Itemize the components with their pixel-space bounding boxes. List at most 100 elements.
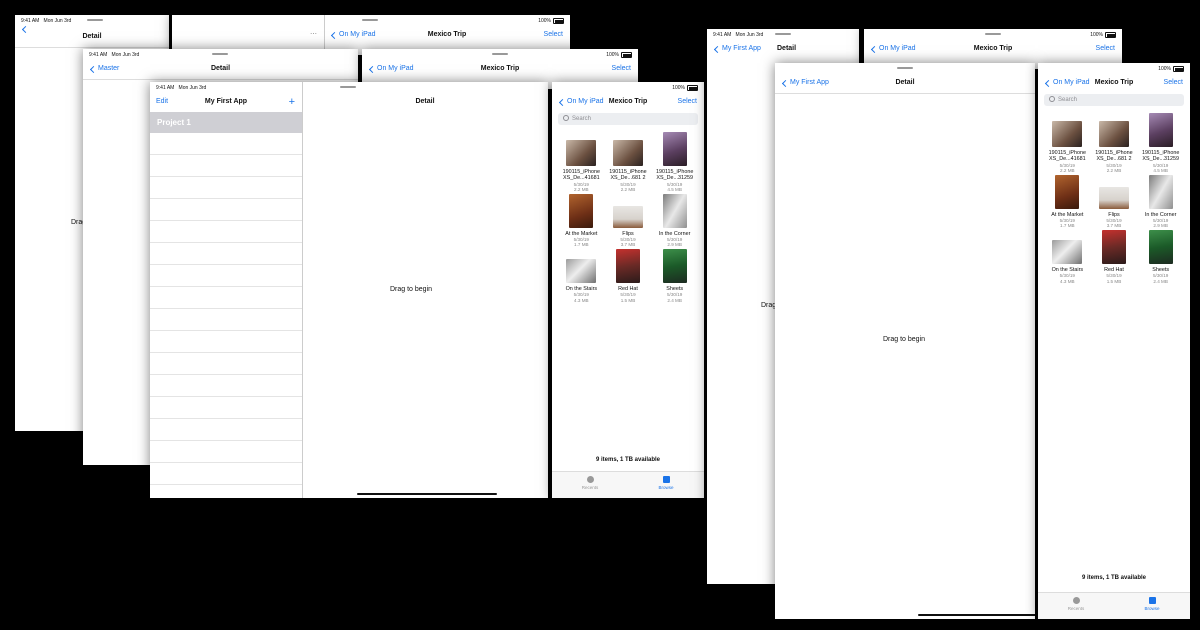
nav-title: Detail (777, 45, 797, 52)
file-thumbnail (566, 255, 597, 283)
select-button[interactable]: Select (1164, 73, 1183, 93)
file-item[interactable]: Red Hat 5/30/19 1.5 MB (605, 248, 652, 303)
file-item[interactable]: Flips 5/30/19 3.7 MB (605, 200, 652, 248)
battery-icon (621, 52, 632, 58)
file-thumbnail (660, 248, 690, 283)
search-input[interactable]: Search (558, 113, 698, 125)
status-bar: 9:41 AM Mon Jun 3rd (15, 15, 169, 27)
folder-icon (662, 476, 670, 483)
file-thumbnail (1098, 181, 1129, 209)
file-thumbnail (612, 200, 643, 228)
file-item[interactable]: At the Market 5/30/19 1.7 MB (1044, 174, 1091, 229)
nav-bar: My First App Detail (775, 73, 1035, 93)
clock-icon (1072, 597, 1080, 604)
file-thumbnail (1052, 236, 1083, 264)
file-item[interactable]: Sheets 5/30/19 2.4 MB (651, 248, 698, 303)
battery-icon (1105, 32, 1116, 38)
clock-icon (586, 476, 594, 483)
tab-bar: Recents Browse (552, 471, 704, 498)
files-nav-bar: On My iPad Mexico Trip Select (864, 39, 1122, 59)
tab-browse[interactable]: Browse (646, 476, 686, 490)
nav-title: Detail (895, 79, 915, 86)
home-indicator[interactable] (918, 613, 1035, 616)
file-item[interactable]: On the Stairs 5/30/19 4.3 MB (558, 255, 605, 303)
search-input[interactable]: Search (1044, 94, 1184, 106)
files-window-front-right: 100% On My iPad Mexico Trip Select Searc… (1038, 63, 1190, 619)
file-thumbnail (1099, 229, 1129, 264)
file-item[interactable]: In the Corner 5/30/19 2.9 MB (1137, 174, 1184, 229)
app-split-window: 9:41 AM Mon Jun 3rd Edit My First App + … (150, 82, 548, 498)
file-item[interactable]: 190115_iPhone XS_De...681 2 5/30/19 2.2 MB (1091, 119, 1138, 174)
plus-icon: + (288, 96, 295, 108)
drag-hint: Drag (761, 302, 777, 309)
drag-hint: Drag to begin (390, 286, 433, 293)
file-item[interactable]: 190115_iPhone XS_De...41681 5/30/19 2.2 MB (558, 138, 605, 193)
tab-browse[interactable]: Browse (1132, 597, 1172, 611)
window-grip[interactable] (340, 86, 356, 88)
file-item[interactable]: 190115_iPhone XS_De...31259 5/30/19 4.5 MB (1137, 113, 1184, 174)
folder-icon (1148, 597, 1156, 604)
file-thumbnail (1098, 119, 1129, 147)
select-button[interactable]: Select (678, 92, 697, 112)
detail-title: Detail (415, 98, 435, 105)
file-item[interactable]: 190115_iPhone XS_De...681 2 5/30/19 2.2 MB (605, 138, 652, 193)
more-button[interactable]: ⋯ (310, 25, 317, 45)
window-grip[interactable] (897, 67, 913, 69)
file-thumbnail (566, 138, 597, 166)
search-icon (1049, 96, 1055, 103)
nav-bar: Master Detail (83, 59, 358, 79)
nav-title: Detail (82, 33, 102, 40)
file-item[interactable]: Red Hat 5/30/19 1.5 MB (1091, 229, 1138, 284)
file-item[interactable]: Sheets 5/30/19 2.4 MB (1137, 229, 1184, 284)
chevron-left-icon (713, 45, 722, 53)
file-item[interactable]: 190115_iPhone XS_De...31259 5/30/19 4.5 MB (651, 132, 698, 193)
window-grip[interactable] (87, 19, 103, 21)
window-grip[interactable] (985, 33, 1001, 35)
window-grip[interactable] (775, 33, 791, 35)
nav-title: Mexico Trip (480, 65, 520, 72)
tab-recents[interactable]: Recents (570, 476, 610, 490)
file-item[interactable]: In the Corner 5/30/19 2.9 MB (651, 193, 698, 248)
select-button[interactable]: Select (1096, 39, 1115, 59)
file-thumbnail (612, 138, 643, 166)
files-window-front: 100% On My iPad Mexico Trip Select Searc… (552, 82, 704, 498)
app-title: My First App (204, 98, 248, 105)
battery-icon (553, 18, 564, 24)
files-nav-bar: On My iPad Mexico Trip Select (552, 92, 704, 112)
file-item[interactable]: At the Market 5/30/19 1.7 MB (558, 193, 605, 248)
back-button[interactable]: My First App (713, 39, 761, 59)
nav-title: Mexico Trip (973, 45, 1013, 52)
window-grip[interactable] (362, 19, 378, 21)
drag-hint: Drag to begin (883, 336, 926, 343)
battery-icon (1173, 66, 1184, 72)
file-thumbnail (1146, 113, 1176, 147)
nav-title: Detail (210, 65, 231, 72)
add-button[interactable]: + (289, 92, 295, 112)
nav-bar: Detail (15, 25, 169, 47)
select-button[interactable]: Select (612, 59, 631, 79)
home-indicator[interactable] (357, 492, 497, 495)
window-grip[interactable] (212, 53, 228, 55)
tab-recents[interactable]: Recents (1056, 597, 1096, 611)
sidebar-item-project-1[interactable]: Project 1 (150, 112, 302, 133)
file-thumbnail (613, 248, 643, 283)
file-thumbnail (1052, 174, 1082, 209)
file-item[interactable]: Flips 5/30/19 3.7 MB (1091, 181, 1138, 229)
file-grid: 190115_iPhone XS_De...41681 5/30/19 2.2 MB … (1044, 113, 1184, 284)
files-nav-bar: On My iPad Mexico Trip Select (1038, 73, 1190, 93)
file-thumbnail (566, 193, 596, 228)
detail-window-front-right: My First App Detail Drag to begin (775, 63, 1035, 619)
file-thumbnail (660, 193, 690, 228)
file-thumbnail (1146, 229, 1176, 264)
nav-bar: ⋯ (172, 25, 324, 45)
battery-icon (687, 85, 698, 91)
select-button[interactable]: Select (544, 25, 563, 45)
file-item[interactable]: 190115_iPhone XS_De...41681 5/30/19 2.2 MB (1044, 119, 1091, 174)
file-item[interactable]: On the Stairs 5/30/19 4.3 MB (1044, 236, 1091, 284)
nav-bar: My First App Detail (707, 39, 859, 59)
nav-title: Mexico Trip (427, 31, 467, 38)
window-grip[interactable] (492, 53, 508, 55)
file-grid: 190115_iPhone XS_De...41681 5/30/19 2.2 MB … (558, 132, 698, 303)
file-thumbnail (660, 132, 690, 166)
file-thumbnail (1146, 174, 1176, 209)
